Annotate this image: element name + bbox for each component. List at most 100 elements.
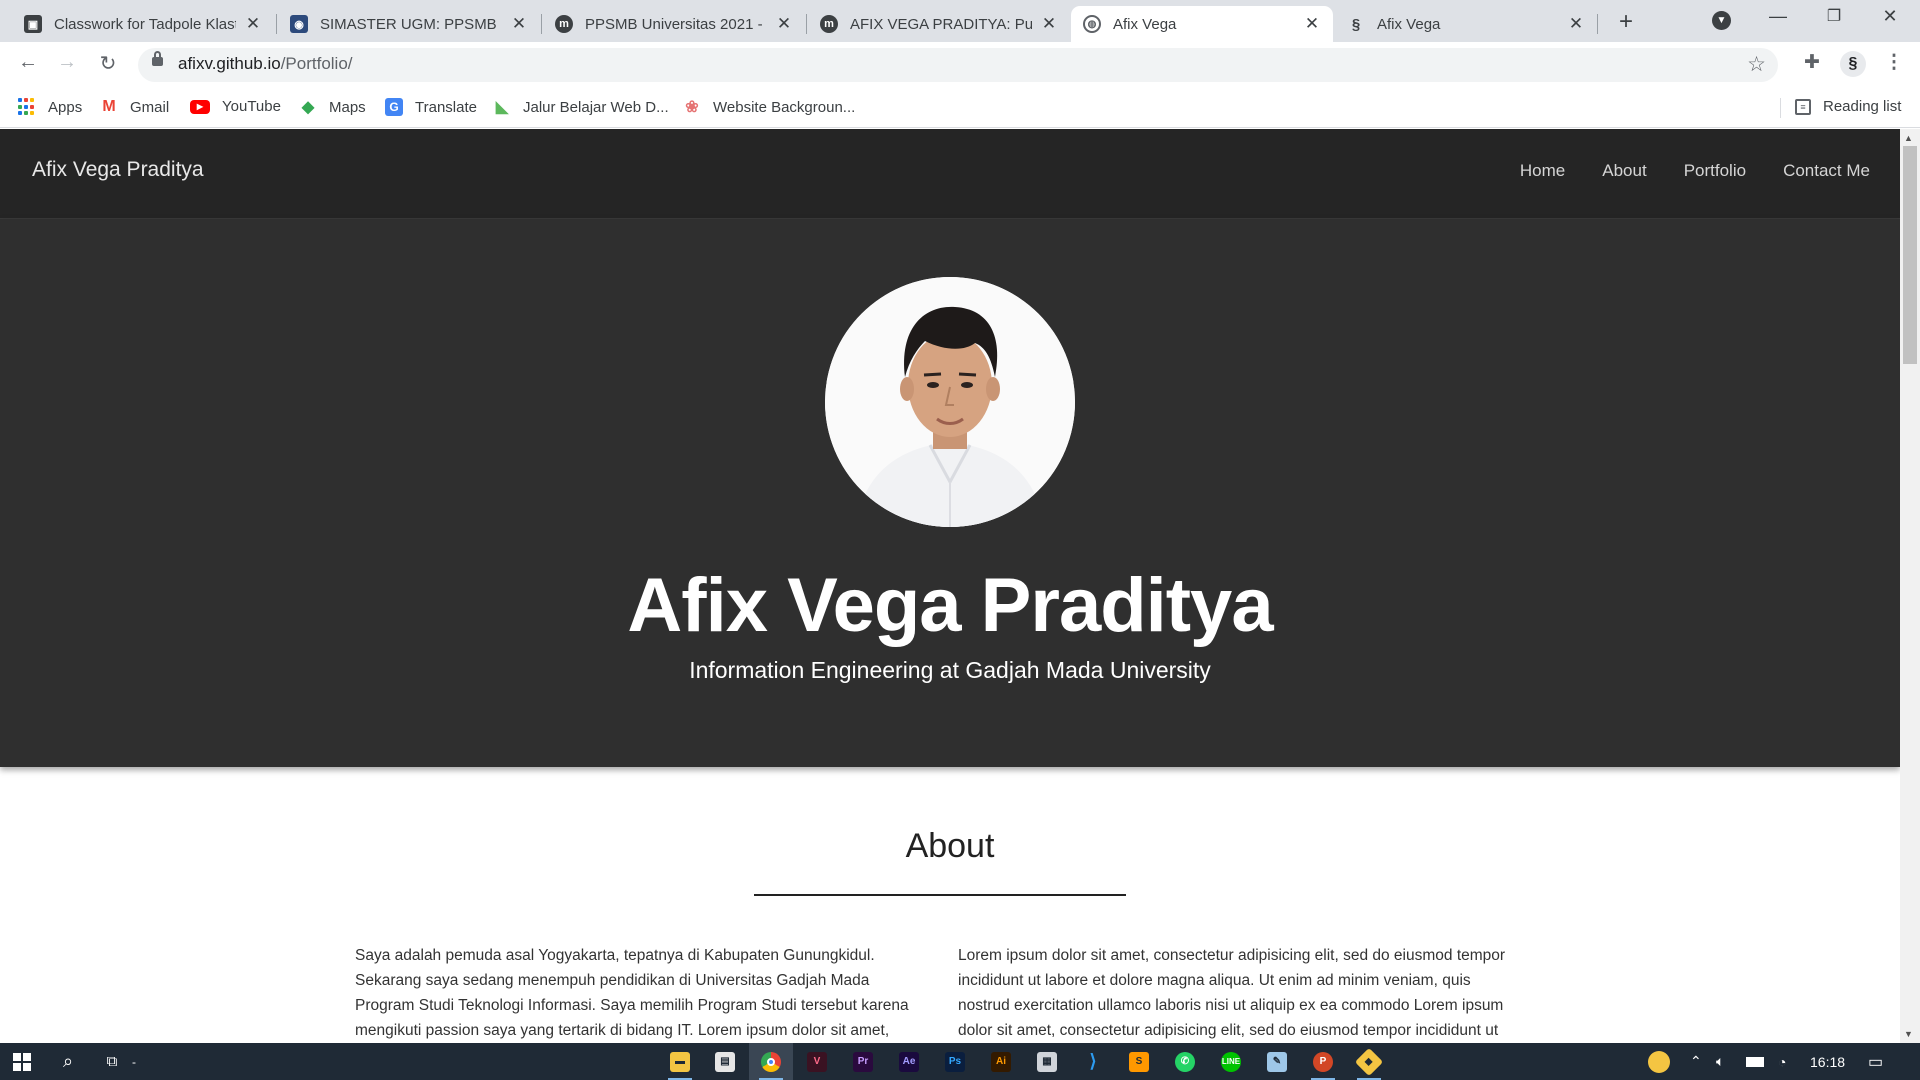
bookmark-star-icon[interactable]: ☆ [1747,52,1766,77]
powerpoint-icon[interactable]: P [1301,1043,1345,1080]
tray-chevron-icon[interactable]: ⌃ [1690,1043,1702,1080]
nav-about-link[interactable]: About [1602,161,1646,181]
leaf-icon: ◣ [495,99,509,116]
url-path: /Portfolio/ [280,54,353,73]
bookmark-label: Translate [415,98,477,116]
close-tab-icon[interactable]: ✕ [1303,14,1321,34]
wifi-icon[interactable]: ◔ [1778,1043,1786,1080]
tab-simaster[interactable]: ◉ SIMASTER UGM: PPSMB ✕ [278,6,540,42]
volume-icon[interactable]: 🔈︎ [1716,1043,1724,1080]
minimize-icon[interactable]: — [1758,6,1798,27]
vscode-icon[interactable]: ⟩ [1071,1043,1115,1080]
close-tab-icon[interactable]: ✕ [775,14,793,34]
lock-icon[interactable] [152,51,163,66]
bookmark-youtube[interactable]: ▶ YouTube [190,98,281,115]
extensions-icon[interactable]: ✚ [1798,51,1826,74]
tab-divider [1597,14,1598,34]
taskbar-clock[interactable]: 16:18 [1810,1043,1845,1080]
nav-portfolio-link[interactable]: Portfolio [1684,161,1746,181]
search-icon[interactable]: ⌕ [46,1043,90,1080]
photoshop-icon[interactable]: Ps [933,1043,977,1080]
back-icon[interactable]: ← [14,51,42,74]
tab-afix-vega[interactable]: § Afix Vega ✕ [1335,6,1597,42]
tab-title: Afix Vega [1377,15,1441,33]
profile-photo [825,277,1075,527]
bookmark-label: Apps [48,98,83,116]
page-scrollbar[interactable]: ▲ ▼ [1900,129,1920,1043]
illustrator-icon[interactable]: Ai [979,1043,1023,1080]
maps-icon: ◆ [301,99,315,116]
bookmark-jalur-belajar[interactable]: ◣ Jalur Belajar Web D... [493,98,669,117]
page-viewport: Afix Vega Praditya Home About Portfolio … [0,129,1900,1043]
classroom-icon: ▣ [24,15,42,33]
tab-strip: ▣ Classwork for Tadpole Klaster ✕ ◉ SIMA… [0,0,1920,42]
bookmark-translate[interactable]: G Translate [385,98,477,116]
about-text-right: Lorem ipsum dolor sit amet, consectetur … [958,947,1506,1039]
translate-icon: G [385,98,403,116]
browser-toolbar: ← → ↻ afixv.github.io/Portfolio/ ☆ ✚ § ⋮ [0,42,1920,88]
ugm-icon: ◉ [290,15,308,33]
bookmark-label: YouTube [222,98,281,115]
whatsapp-icon[interactable]: ✆ [1163,1043,1207,1080]
new-tab-icon[interactable]: + [1611,8,1641,36]
tab-divider [541,14,542,34]
website-icon: ❀ [685,99,699,116]
notifications-icon[interactable]: ▭ [1868,1043,1883,1080]
chrome-icon[interactable] [749,1043,793,1080]
reading-list-button[interactable]: ≡ Reading list [1795,98,1901,115]
m-icon: m [555,15,573,33]
premiere-icon[interactable]: Pr [841,1043,885,1080]
windows-start-icon[interactable] [0,1043,44,1080]
bookmark-website-background[interactable]: ❀ Website Backgroun... [683,98,855,117]
tab-afix-vega-active[interactable]: ◍ Afix Vega ✕ [1071,6,1333,42]
git-icon[interactable]: ◆ [1347,1043,1391,1080]
line-icon[interactable]: LINE [1209,1043,1253,1080]
scrollbar-thumb[interactable] [1903,146,1917,364]
hero-section: Afix Vega Praditya Information Engineeri… [0,219,1900,767]
about-heading: About [905,827,995,865]
store-icon[interactable]: ▤ [703,1043,747,1080]
bookmarks-divider [1780,98,1781,118]
profile-avatar-icon[interactable]: § [1840,51,1866,77]
image-viewer-icon[interactable]: ▦ [1025,1043,1069,1080]
nav-home-link[interactable]: Home [1520,161,1565,181]
close-tab-icon[interactable]: ✕ [1567,14,1585,34]
vectr-icon[interactable]: V [795,1043,839,1080]
reload-icon[interactable]: ↻ [94,51,122,76]
bookmark-apps[interactable]: Apps [18,98,82,116]
scroll-up-icon[interactable]: ▲ [1904,133,1913,143]
weather-icon[interactable] [1648,1043,1670,1080]
notepad-icon[interactable]: ✎ [1255,1043,1299,1080]
hero-subtitle: Information Engineering at Gadjah Mada U… [689,657,1211,683]
sublime-icon[interactable]: S [1117,1043,1161,1080]
menu-kebab-icon[interactable]: ⋮ [1880,51,1908,74]
close-tab-icon[interactable]: ✕ [244,14,262,34]
site-brand[interactable]: Afix Vega Praditya [32,158,204,182]
tab-search-icon[interactable]: ▼ [1712,11,1731,30]
globe-icon: ◍ [1083,15,1101,33]
tab-afix-medium[interactable]: m AFIX VEGA PRADITYA: Publi ✕ [808,6,1070,42]
about-text-left: Saya adalah pemuda asal Yogyakarta, tepa… [355,947,909,1039]
reading-list-icon: ≡ [1795,98,1811,115]
apps-grid-icon [18,98,36,116]
file-explorer-icon[interactable]: ▬ [658,1043,702,1080]
tab-ppsmb[interactable]: m PPSMB Universitas 2021 - 1 ✕ [543,6,805,42]
close-tab-icon[interactable]: ✕ [510,14,528,34]
scroll-down-icon[interactable]: ▼ [1904,1029,1913,1039]
after-effects-icon[interactable]: Ae [887,1043,931,1080]
nav-contact-link[interactable]: Contact Me [1783,161,1870,181]
close-window-icon[interactable]: ✕ [1870,6,1910,27]
bookmark-label: Maps [329,98,366,116]
bookmark-maps[interactable]: ◆ Maps [299,98,366,117]
youtube-icon: ▶ [190,99,210,114]
restore-icon[interactable]: ❐ [1814,6,1854,26]
bookmark-label: Gmail [130,98,170,116]
bookmark-gmail[interactable]: M Gmail [100,98,169,116]
close-tab-icon[interactable]: ✕ [1040,14,1058,34]
address-bar[interactable]: afixv.github.io/Portfolio/ ☆ [138,48,1778,82]
battery-icon[interactable] [1746,1043,1764,1080]
url-text[interactable]: afixv.github.io/Portfolio/ [178,54,353,74]
tab-title: AFIX VEGA PRADITYA: Publi [850,15,1032,33]
tab-classwork[interactable]: ▣ Classwork for Tadpole Klaster ✕ [12,6,274,42]
forward-icon[interactable]: → [53,51,81,74]
